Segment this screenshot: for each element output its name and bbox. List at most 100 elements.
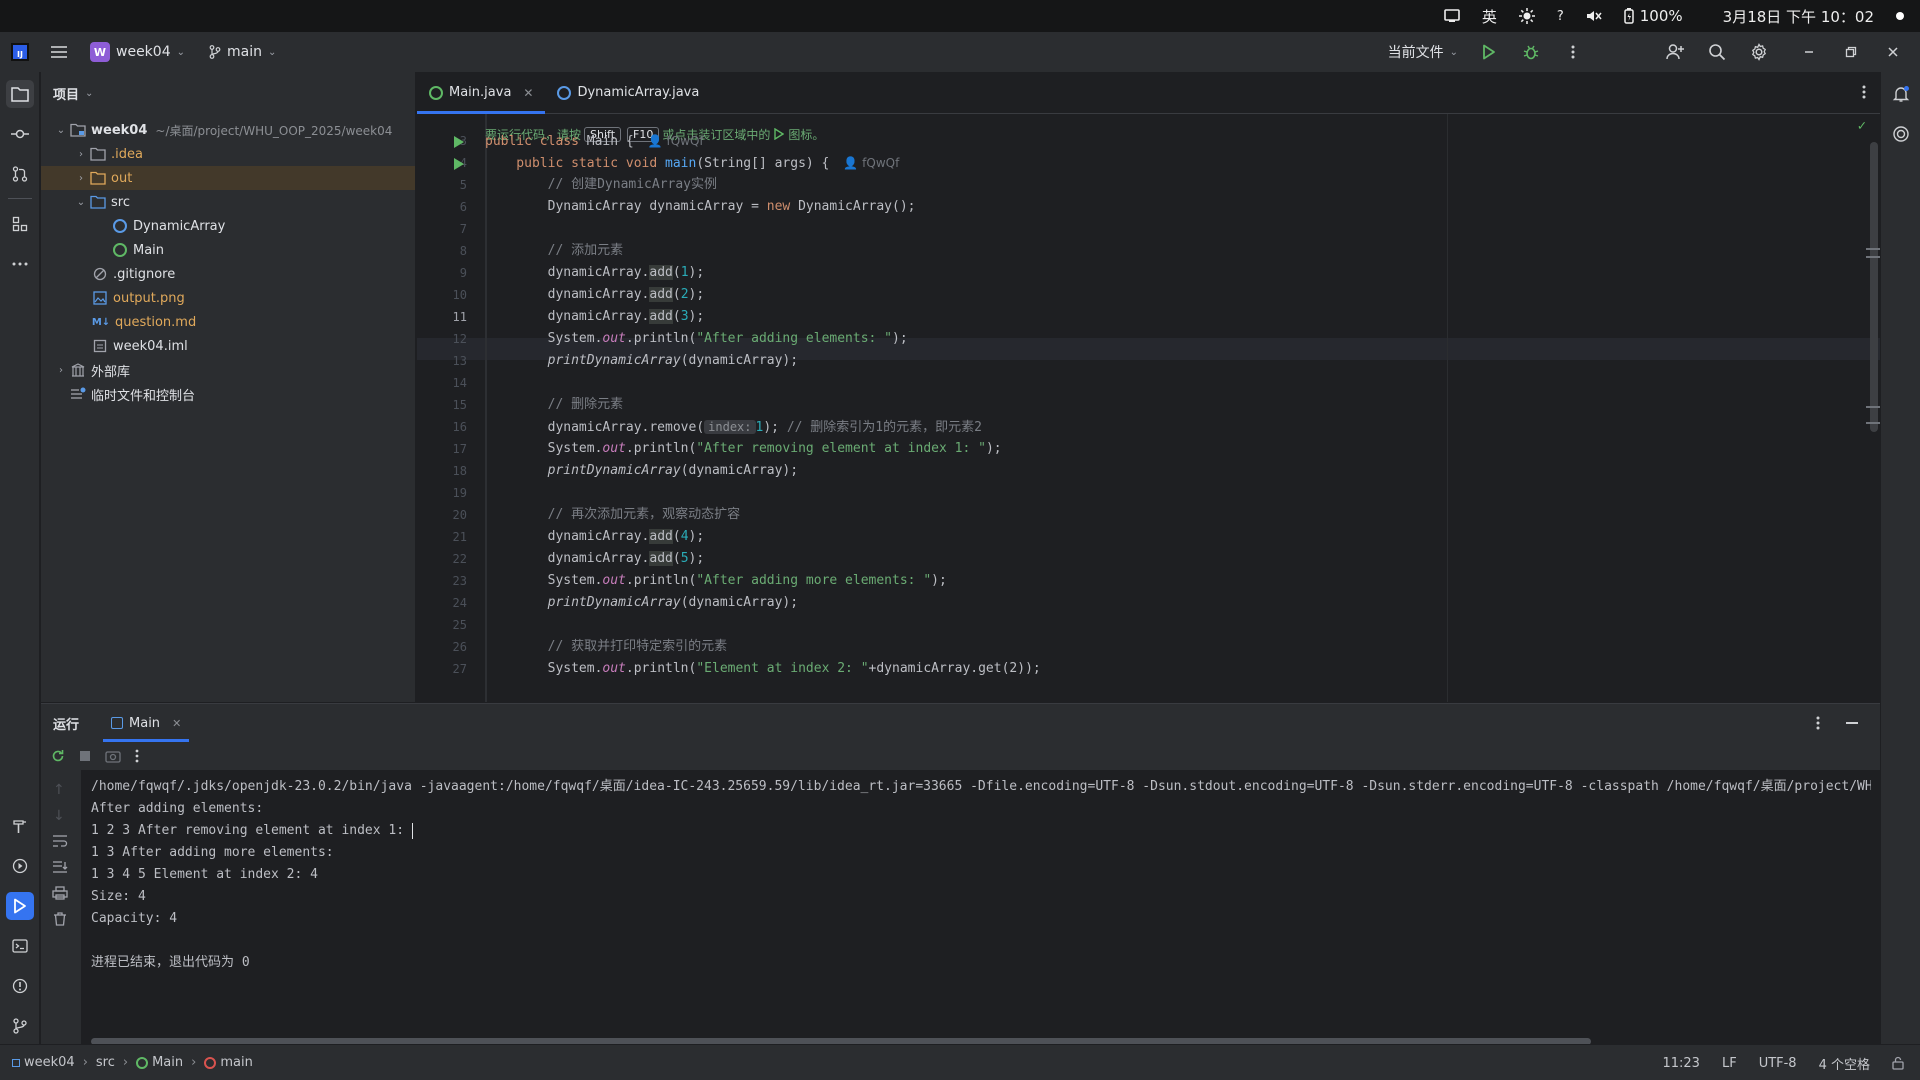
battery-indicator[interactable]: 100% (1624, 7, 1683, 25)
editor-vertical-scrollbar[interactable] (1870, 142, 1878, 432)
scroll-up-icon[interactable]: ↑ (53, 782, 65, 798)
run-panel-options-button[interactable] (1816, 715, 1820, 731)
brightness-icon[interactable] (1518, 8, 1535, 24)
restore-button[interactable] (1840, 41, 1862, 63)
wifi-unknown-icon[interactable]: ? (1557, 9, 1564, 24)
problems-tool-button[interactable] (6, 972, 34, 1000)
console-output[interactable]: /home/fqwqf/.jdks/openjdk-23.0.2/bin/jav… (91, 776, 1871, 1026)
services-tool-button[interactable] (6, 852, 34, 880)
line-number[interactable]: 5 (427, 178, 467, 192)
caret-position[interactable]: 11:23 (1662, 1056, 1699, 1071)
line-number[interactable]: 24 (427, 596, 467, 610)
line-number[interactable]: 9 (427, 266, 467, 280)
tree-item-src[interactable]: ⌄ src (41, 190, 415, 214)
commit-tool-button[interactable] (6, 120, 34, 148)
run-main-gutter-icon[interactable] (454, 158, 464, 170)
run-class-gutter-icon[interactable] (454, 136, 464, 148)
line-number[interactable]: 14 (427, 376, 467, 390)
debug-button[interactable] (1520, 41, 1542, 63)
close-window-button[interactable] (1882, 41, 1904, 63)
breadcrumb-class[interactable]: Main (136, 1055, 183, 1070)
breadcrumb-method[interactable]: main (204, 1055, 253, 1070)
line-number[interactable]: 27 (427, 662, 467, 676)
soft-wrap-button[interactable] (52, 834, 68, 848)
line-number[interactable]: 16 (427, 420, 467, 434)
tree-item-output-png[interactable]: output.png (41, 286, 415, 310)
tree-item-scratches[interactable]: 临时文件和控制台 (41, 382, 415, 406)
project-tool-button[interactable] (6, 80, 34, 108)
build-tool-button[interactable] (6, 812, 34, 840)
line-number[interactable]: 15 (427, 398, 467, 412)
tree-item-out[interactable]: › out (41, 166, 415, 190)
tree-item-question-md[interactable]: M↓ question.md (41, 310, 415, 334)
line-number[interactable]: 10 (427, 288, 467, 302)
project-selector[interactable]: W week04 ⌄ (90, 42, 185, 62)
chevron-right-icon[interactable]: › (73, 149, 89, 160)
line-number[interactable]: 26 (427, 640, 467, 654)
line-gutter[interactable]: 3 4 5 6 7 8 9 10 11 12 13 14 15 16 17 18 19 20 21 22 23 24 25 2… (417, 114, 485, 702)
tree-item-week04-iml[interactable]: week04.iml (41, 334, 415, 358)
git-tool-button[interactable] (6, 1012, 34, 1040)
search-everywhere-button[interactable] (1706, 41, 1728, 63)
main-menu-button[interactable] (48, 41, 70, 63)
tree-item-week04[interactable]: ⌄ week04 ~/桌面/project/WHU_OOP_2025/week0… (41, 118, 415, 142)
terminal-tool-button[interactable] (6, 932, 34, 960)
rerun-button[interactable] (51, 749, 65, 763)
run-more-button[interactable] (135, 749, 139, 763)
run-tool-button[interactable] (6, 892, 34, 920)
line-number[interactable]: 20 (427, 508, 467, 522)
tree-item-gitignore[interactable]: .gitignore (41, 262, 415, 286)
minimize-button[interactable] (1798, 41, 1820, 63)
line-separator[interactable]: LF (1722, 1056, 1737, 1071)
author-hint[interactable]: 👤 fQwQf (843, 156, 899, 170)
more-actions-button[interactable] (1562, 41, 1584, 63)
line-number[interactable]: 12 (427, 332, 467, 346)
chevron-down-icon[interactable]: ⌄ (53, 125, 69, 136)
inspection-ok-icon[interactable]: ✓ (1858, 118, 1866, 134)
screenshot-button[interactable] (105, 749, 121, 763)
scroll-to-end-button[interactable] (52, 860, 68, 874)
indent-setting[interactable]: 4 个空格 (1819, 1054, 1870, 1073)
structure-tool-button[interactable] (6, 210, 34, 238)
author-hint[interactable]: 👤 fQwQf (648, 134, 704, 148)
stop-button[interactable] (79, 750, 91, 762)
clear-console-button[interactable] (53, 912, 67, 926)
line-number[interactable]: 8 (427, 244, 467, 258)
tab-main-java[interactable]: Main.java ✕ (417, 72, 546, 114)
ime-indicator[interactable]: 英 (1482, 6, 1497, 27)
line-number[interactable]: 25 (427, 618, 467, 632)
readonly-toggle[interactable] (1892, 1056, 1904, 1070)
notifications-button[interactable] (1887, 80, 1915, 108)
branch-selector[interactable]: main ⌄ (209, 44, 276, 60)
ai-assistant-button[interactable] (1887, 120, 1915, 148)
scroll-down-icon[interactable]: ↓ (53, 808, 65, 824)
run-button[interactable] (1478, 41, 1500, 63)
line-number[interactable]: 18 (427, 464, 467, 478)
line-number[interactable]: 6 (427, 200, 467, 214)
print-button[interactable] (52, 886, 68, 900)
run-tab-main[interactable]: Main ✕ (103, 704, 190, 742)
notification-dot[interactable] (1896, 12, 1904, 20)
line-number[interactable]: 19 (427, 486, 467, 500)
tree-item-dynamicarray[interactable]: DynamicArray (41, 214, 415, 238)
more-tools-button[interactable] (6, 250, 34, 278)
code-editor[interactable]: 要运行代码，请按 Shift F10 或点击装订区域中的 图标。 3456789… (417, 114, 1880, 702)
line-number[interactable]: 11 (427, 310, 467, 324)
file-encoding[interactable]: UTF-8 (1759, 1056, 1797, 1071)
window-switch-icon[interactable] (1444, 9, 1460, 23)
code-with-me-button[interactable] (1664, 41, 1686, 63)
project-panel-header[interactable]: 项目 ⌄ (41, 72, 415, 114)
chevron-down-icon[interactable]: ⌄ (73, 197, 89, 208)
line-number[interactable]: 22 (427, 552, 467, 566)
line-number[interactable]: 13 (427, 354, 467, 368)
line-number[interactable]: 17 (427, 442, 467, 456)
tab-dynamicarray-java[interactable]: DynamicArray.java (545, 72, 711, 113)
volume-muted-icon[interactable] (1586, 8, 1602, 24)
chevron-right-icon[interactable]: › (73, 173, 89, 184)
system-clock[interactable]: 3月18日 下午 10：02 (1723, 6, 1874, 27)
run-config-selector[interactable]: 当前文件 ⌄ (1388, 42, 1458, 62)
line-number[interactable]: 23 (427, 574, 467, 588)
breadcrumb-src[interactable]: src (96, 1055, 115, 1070)
settings-button[interactable] (1748, 41, 1770, 63)
close-tab-icon[interactable]: ✕ (523, 86, 533, 100)
